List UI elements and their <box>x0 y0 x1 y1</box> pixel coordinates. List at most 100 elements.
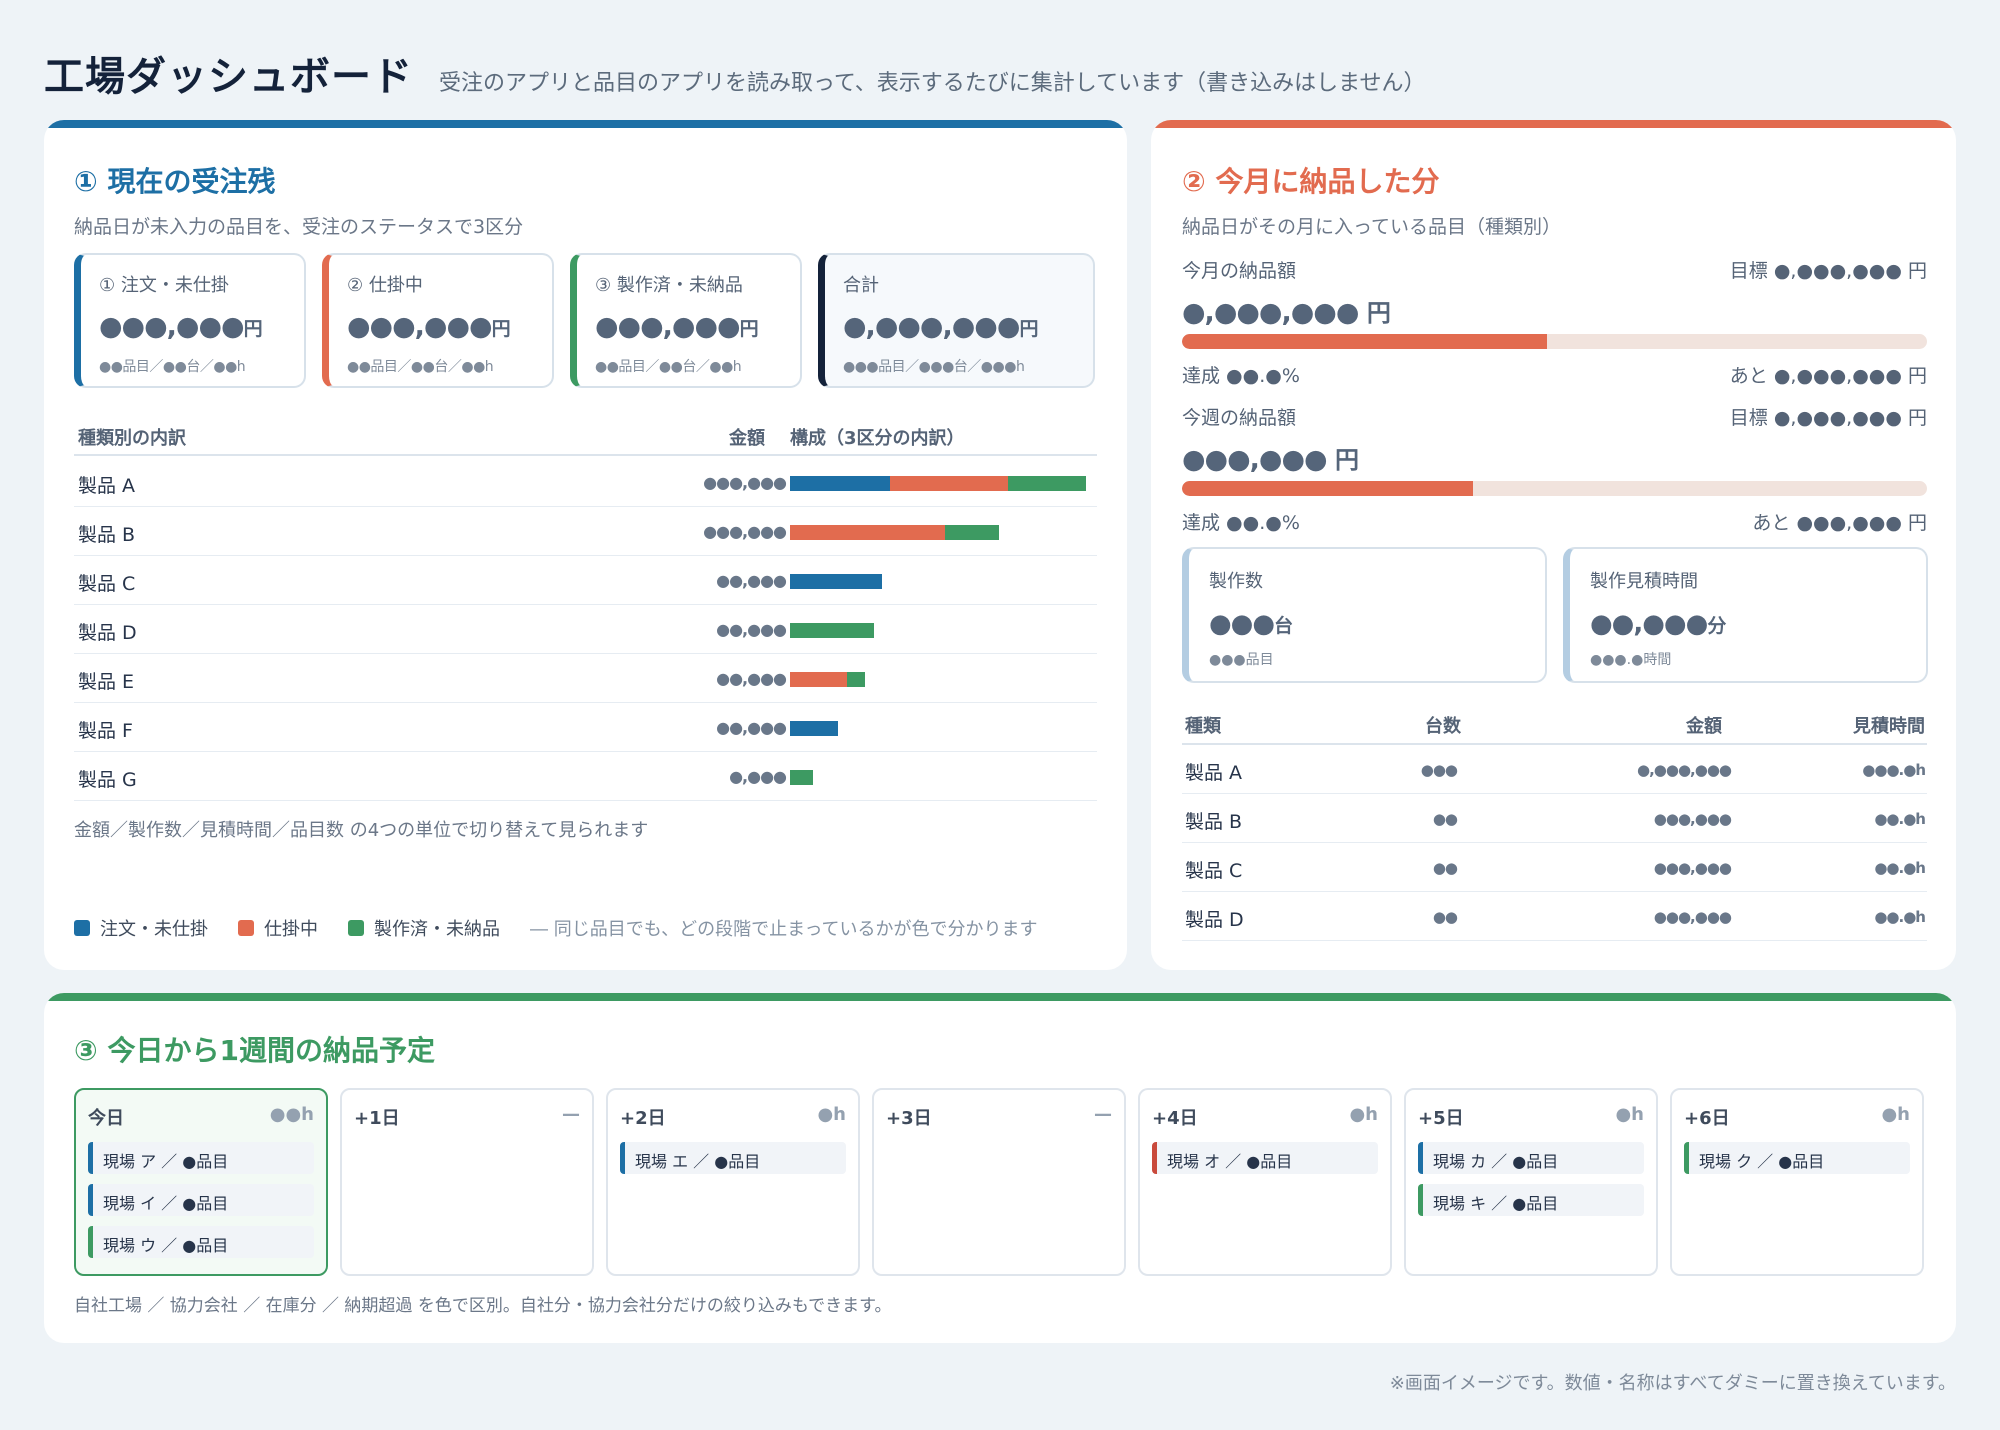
backlog-card: ① 現在の受注残 納品日が未入力の品目を、受注のステータスで3区分 ① 注文・未… <box>44 120 1127 970</box>
tile-label: ③ 製作済・未納品 <box>595 275 743 296</box>
breakdown-header: 種類別の内訳 金額 構成（3区分の内訳） <box>74 420 1097 456</box>
day-column: +6日 ●h 現場 ク ／ ●品目 <box>1670 1088 1924 1276</box>
tile-label: 製作見積時間 <box>1590 571 1698 592</box>
breakdown-row[interactable]: 製品 A ●●●,●●● <box>74 458 1097 507</box>
breakdown-amount: ●,●●● <box>729 767 787 786</box>
week-kpi-remaining: あと ●●●,●●● 円 <box>1752 512 1927 534</box>
tile-order[interactable]: ① 注文・未仕掛 ●●●,●●●円 ●●品目／●●台／●●h <box>74 253 306 388</box>
delivery-item[interactable]: 現場 ク ／ ●品目 <box>1684 1142 1910 1174</box>
delivery-item[interactable]: 現場 エ ／ ●品目 <box>620 1142 846 1174</box>
month-kpi: 今月の納品額 目標 ●,●●●,●●● 円 ●,●●●,●●● 円 達成 ●●.●… <box>1182 256 1927 388</box>
breakdown-row[interactable]: 製品 E ●●,●●● <box>74 654 1097 703</box>
bar-segment <box>890 476 1008 491</box>
cell-hours: ●●.●h <box>1874 810 1926 828</box>
week-kpi-rate: 達成 ●●.●% <box>1182 512 1300 534</box>
legend-swatch <box>238 920 254 936</box>
month-progress-bar <box>1182 334 1927 349</box>
schedule-card: ③ 今日から1週間の納品予定 今日 ●●h 現場 ア ／ ●品目 現場 イ ／ ●品… <box>44 993 1956 1343</box>
cell-count: ●● <box>1432 908 1458 926</box>
bar-segment <box>1008 476 1086 491</box>
schedule-days: 今日 ●●h 現場 ア ／ ●品目 現場 イ ／ ●品目 現場 ウ ／ ●品目 +1日… <box>74 1088 1924 1276</box>
day-header: +4日 ●h <box>1152 1104 1378 1130</box>
week-kpi-label: 今週の納品額 <box>1182 407 1297 429</box>
breakdown-row[interactable]: 製品 F ●●,●●● <box>74 703 1097 752</box>
table-row[interactable]: 製品 A ●●● ●,●●●,●●● ●●●.●h <box>1182 745 1927 794</box>
month-kpi-remaining: あと ●,●●●,●●● 円 <box>1729 365 1927 387</box>
delivery-item[interactable]: 現場 イ ／ ●品目 <box>88 1184 314 1216</box>
table-row[interactable]: 製品 D ●● ●●●,●●● ●●.●h <box>1182 892 1927 941</box>
table-rows: 製品 A ●●● ●,●●●,●●● ●●●.●h 製品 B ●● ●●●,●●●… <box>1182 745 1927 941</box>
tile-meta: ●●●.●時間 <box>1590 652 1672 668</box>
tile-in-progress[interactable]: ② 仕掛中 ●●●,●●●円 ●●品目／●●台／●●h <box>322 253 554 388</box>
schedule-header: ③ 今日から1週間の納品予定 <box>74 1029 435 1069</box>
breakdown-name: 製品 A <box>78 475 136 497</box>
breakdown-name: 製品 B <box>78 524 136 546</box>
week-progress-fill <box>1182 481 1473 496</box>
production-tiles: 製作数 ●●●台 ●●●品目 製作見積時間 ●●,●●●分 ●●●.●時間 <box>1182 547 1928 683</box>
tile-meta: ●●品目／●●台／●●h <box>347 359 494 375</box>
bar-segment <box>790 623 874 638</box>
schedule-title: ③ 今日から1週間の納品予定 <box>74 1034 435 1067</box>
breakdown-amount: ●●●,●●● <box>703 522 787 541</box>
legend-swatch <box>348 920 364 936</box>
delivery-item[interactable]: 現場 キ ／ ●品目 <box>1418 1184 1644 1216</box>
cell-amount: ●,●●●,●●● <box>1636 761 1732 779</box>
day-column: 今日 ●●h 現場 ア ／ ●品目 現場 イ ／ ●品目 現場 ウ ／ ●品目 <box>74 1088 328 1276</box>
tile-meta: ●●品目／●●台／●●h <box>595 359 742 375</box>
breakdown-header-composition: 構成（3区分の内訳） <box>790 428 965 449</box>
bar-segment <box>790 574 882 589</box>
cell-type: 製品 A <box>1185 762 1243 784</box>
composition-bar <box>790 770 813 785</box>
tile-estimated-time[interactable]: 製作見積時間 ●●,●●●分 ●●●.●時間 <box>1563 547 1928 683</box>
day-hours: ●h <box>1615 1104 1644 1125</box>
tile-production-count[interactable]: 製作数 ●●●台 ●●●品目 <box>1182 547 1547 683</box>
month-kpi-target: 目標 ●,●●●,●●● 円 <box>1729 260 1927 282</box>
table-row[interactable]: 製品 C ●● ●●●,●●● ●●.●h <box>1182 843 1927 892</box>
backlog-tiles: ① 注文・未仕掛 ●●●,●●●円 ●●品目／●●台／●●h ② 仕掛中 ●●●… <box>74 253 1095 388</box>
breakdown-row[interactable]: 製品 C ●●,●●● <box>74 556 1097 605</box>
delivery-item[interactable]: 現場 オ ／ ●品目 <box>1152 1142 1378 1174</box>
breakdown-amount: ●●,●●● <box>716 669 787 688</box>
day-header: +1日 — <box>354 1104 580 1130</box>
tile-label: 合計 <box>843 275 879 296</box>
composition-bar <box>790 672 865 687</box>
footnote: ※画面イメージです。数値・名称はすべてダミーに置き換えています。 <box>1389 1373 1956 1394</box>
cell-count: ●● <box>1432 810 1458 828</box>
breakdown-rows: 製品 A ●●●,●●● 製品 B ●●●,●●● 製品 C ●●,●●● 製品… <box>74 458 1097 801</box>
cell-hours: ●●●.●h <box>1862 761 1926 779</box>
tile-made-undelivered[interactable]: ③ 製作済・未納品 ●●●,●●●円 ●●品目／●●台／●●h <box>570 253 802 388</box>
day-header: +6日 ●h <box>1684 1104 1910 1130</box>
day-label: +4日 <box>1152 1108 1198 1129</box>
delivered-header: ② 今月に納品した分 納品日がその月に入っている品目（種類別） <box>1182 160 1561 239</box>
table-row[interactable]: 製品 B ●● ●●●,●●● ●●.●h <box>1182 794 1927 843</box>
bar-segment <box>790 721 838 736</box>
day-hours: ●h <box>817 1104 846 1125</box>
cell-amount: ●●●,●●● <box>1653 810 1732 828</box>
col-amount: 金額 <box>1686 716 1722 737</box>
delivered-card: ② 今月に納品した分 納品日がその月に入っている品目（種類別） 今月の納品額 目標… <box>1151 120 1956 970</box>
tile-total[interactable]: 合計 ●,●●●,●●●円 ●●●品目／●●●台／●●●h <box>818 253 1095 388</box>
delivery-item[interactable]: 現場 カ ／ ●品目 <box>1418 1142 1644 1174</box>
delivery-item[interactable]: 現場 ウ ／ ●品目 <box>88 1226 314 1258</box>
day-header: 今日 ●●h <box>88 1104 314 1130</box>
breakdown-header-amount: 金額 <box>729 428 765 449</box>
breakdown-row[interactable]: 製品 G ●,●●● <box>74 752 1097 801</box>
legend-note: ― 同じ品目でも、どの段階で止まっているかが色で分かります <box>530 919 1038 940</box>
cell-amount: ●●●,●●● <box>1653 908 1732 926</box>
breakdown-row[interactable]: 製品 B ●●●,●●● <box>74 507 1097 556</box>
tile-label: ① 注文・未仕掛 <box>99 275 229 296</box>
breakdown-header-name: 種類別の内訳 <box>78 428 186 449</box>
tile-value: ●●●,●●●円 <box>347 311 511 342</box>
breakdown-amount: ●●,●●● <box>716 571 787 590</box>
backlog-header: ① 現在の受注残 納品日が未入力の品目を、受注のステータスで3区分 <box>74 160 523 239</box>
week-progress-bar <box>1182 481 1927 496</box>
week-kpi-target: 目標 ●,●●●,●●● 円 <box>1729 407 1927 429</box>
legend-item: 製作済・未納品 <box>348 915 500 941</box>
legend: 注文・未仕掛 仕掛中 製作済・未納品 ― 同じ品目でも、どの段階で止まっているか… <box>74 915 1038 941</box>
breakdown-row[interactable]: 製品 D ●●,●●● <box>74 605 1097 654</box>
tile-value: ●●●,●●●円 <box>595 311 759 342</box>
composition-bar <box>790 623 874 638</box>
delivery-item[interactable]: 現場 ア ／ ●品目 <box>88 1142 314 1174</box>
tile-value: ●●●,●●●円 <box>99 311 263 342</box>
week-kpi-value: ●●●,●●● 円 <box>1182 444 1360 475</box>
